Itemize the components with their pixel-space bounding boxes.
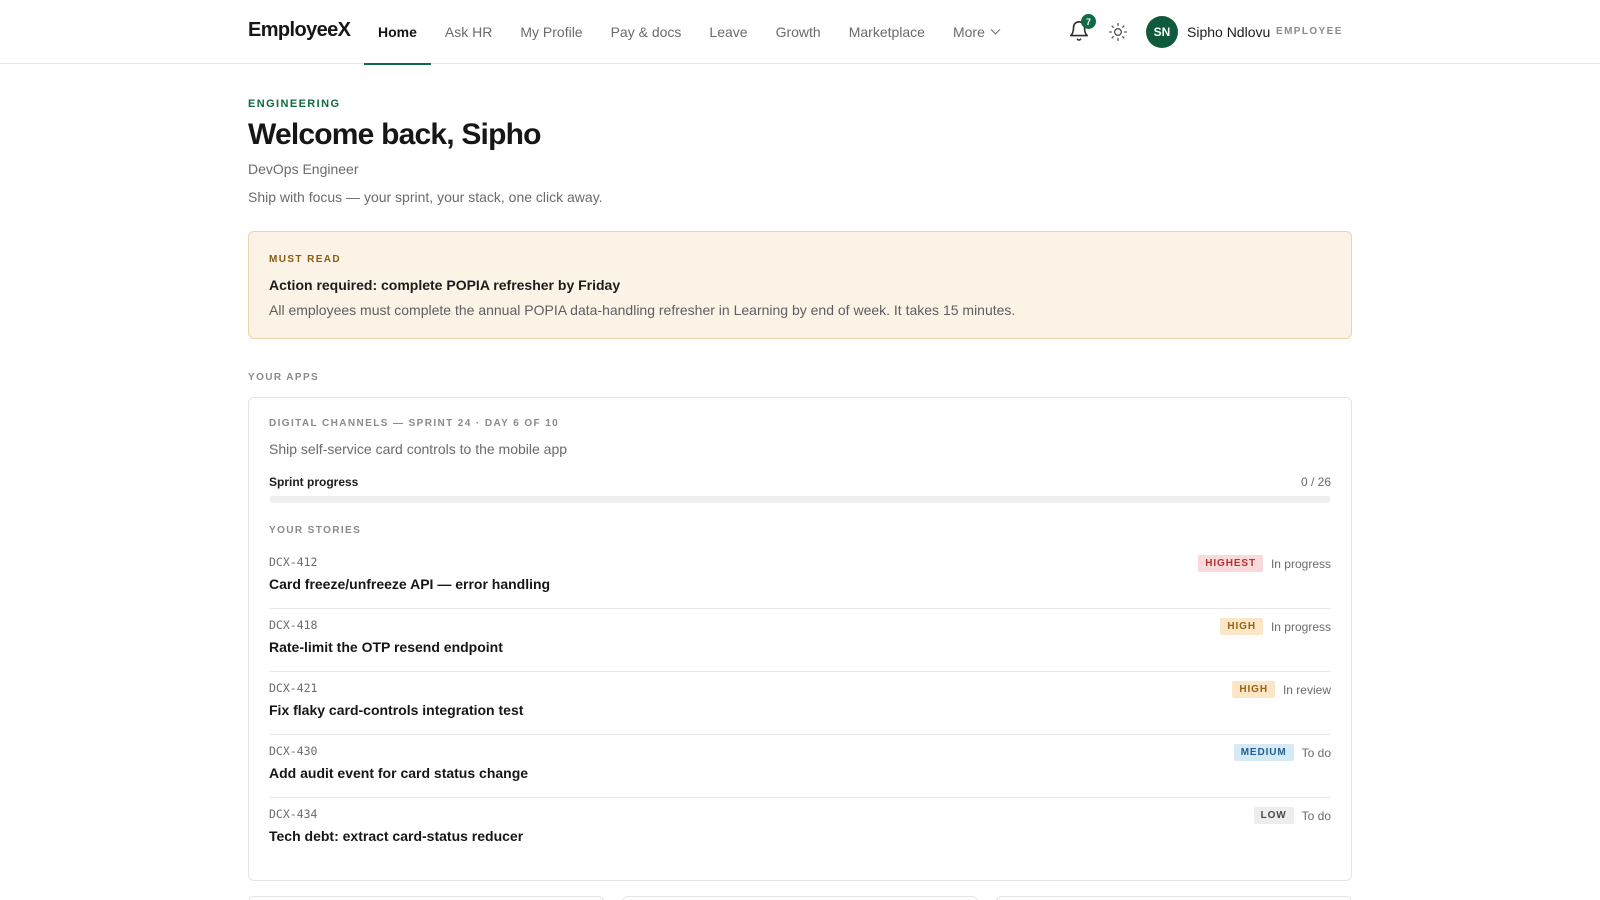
user-avatar[interactable]: SN [1146,16,1178,48]
stories-label: YOUR STORIES [269,525,362,536]
user-name[interactable]: Sipho Ndlovu [1187,24,1270,40]
story-key: DCX-434 [269,807,318,821]
story-key: DCX-430 [269,744,318,758]
story-row[interactable]: DCX-421 Fix flaky card-controls integrat… [269,672,1331,735]
story-meta: HIGH In progress [1220,618,1331,635]
nav-item-marketplace[interactable]: Marketplace [835,0,939,64]
nav-item-pay-docs[interactable]: Pay & docs [597,0,696,64]
story-row[interactable]: DCX-434 Tech debt: extract card-status r… [269,798,1331,861]
nav-item-home[interactable]: Home [364,0,431,65]
story-status: In review [1282,682,1331,697]
priority-badge: LOW [1253,807,1294,824]
story-title: Fix flaky card-controls integration test [269,702,524,718]
app-logo[interactable]: EmployeeX [248,19,351,42]
your-apps-label: YOUR APPS [248,372,320,383]
top-navigation-bar: EmployeeX Home Ask HR My Profile Pay & d… [0,0,1600,65]
story-meta: HIGH In review [1232,681,1331,698]
sun-icon[interactable] [1108,22,1128,42]
chevron-down-icon [990,24,1001,35]
job-title: DevOps Engineer [248,161,359,177]
priority-badge: MEDIUM [1233,744,1294,761]
page-title: Welcome back, Sipho [248,118,541,151]
sprint-progress-bar [269,496,1331,503]
nav-item-more[interactable]: More [939,0,1013,64]
story-key: DCX-421 [269,681,318,695]
progress-count: 0 / 26 [1300,475,1331,489]
sprint-card: DIGITAL CHANNELS — SPRINT 24 · DAY 6 OF … [248,397,1352,881]
priority-badge: HIGH [1220,618,1263,635]
nav-item-growth[interactable]: Growth [762,0,835,64]
must-read-banner[interactable]: MUST READ Action required: complete POPI… [248,231,1352,339]
app-card-peek[interactable] [996,896,1352,900]
department-label: ENGINEERING [248,98,341,110]
main-nav: Home Ask HR My Profile Pay & docs Leave … [364,0,1013,65]
progress-label: Sprint progress [269,475,359,489]
story-title: Card freeze/unfreeze API — error handlin… [269,576,551,592]
nav-item-ask-hr[interactable]: Ask HR [431,0,506,64]
story-row[interactable]: DCX-418 Rate-limit the OTP resend endpoi… [269,609,1331,672]
banner-body: All employees must complete the annual P… [269,302,1016,318]
nav-item-my-profile[interactable]: My Profile [506,0,596,64]
sprint-goal: Ship self-service card controls to the m… [269,441,568,457]
nav-item-leave[interactable]: Leave [695,0,761,64]
story-status: To do [1301,808,1331,823]
story-status: To do [1301,745,1331,760]
story-list: DCX-412 Card freeze/unfreeze API — error… [269,546,1331,861]
app-card-peek[interactable] [248,896,604,900]
app-card-peek[interactable] [622,896,978,900]
story-status: In progress [1270,619,1331,634]
story-meta: LOW To do [1253,807,1331,824]
priority-badge: HIGHEST [1198,555,1263,572]
story-row[interactable]: DCX-430 Add audit event for card status … [269,735,1331,798]
story-status: In progress [1270,556,1331,571]
priority-badge: HIGH [1232,681,1275,698]
nav-item-more-label: More [952,24,985,40]
story-row[interactable]: DCX-412 Card freeze/unfreeze API — error… [269,546,1331,609]
tagline: Ship with focus — your sprint, your stac… [248,189,603,205]
sprint-label: DIGITAL CHANNELS — SPRINT 24 · DAY 6 OF … [269,418,560,429]
story-meta: MEDIUM To do [1233,744,1331,761]
story-meta: HIGHEST In progress [1198,555,1331,572]
story-title: Tech debt: extract card-status reducer [269,828,524,844]
story-title: Add audit event for card status change [269,765,529,781]
banner-title: Action required: complete POPIA refreshe… [269,277,621,293]
banner-eyebrow: MUST READ [269,254,342,265]
notification-badge: 7 [1081,14,1096,29]
story-key: DCX-418 [269,618,318,632]
story-title: Rate-limit the OTP resend endpoint [269,639,503,655]
user-role-label: EMPLOYEE [1276,26,1343,37]
story-key: DCX-412 [269,555,318,569]
